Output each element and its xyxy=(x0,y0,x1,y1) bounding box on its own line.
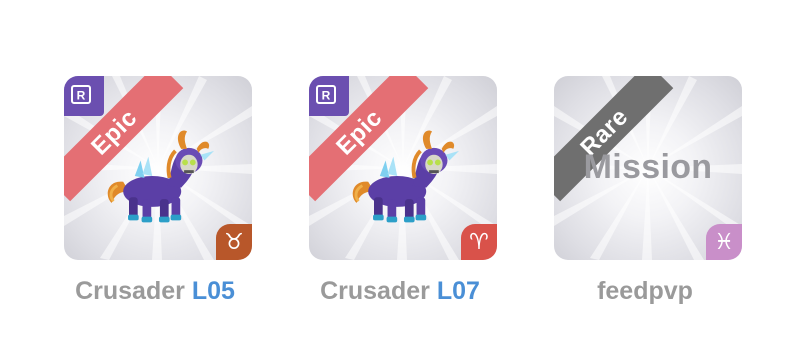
reward-badge xyxy=(64,76,104,116)
creature-level: L07 xyxy=(436,277,480,305)
card-title: Crusader L05 xyxy=(25,277,285,306)
pisces-icon: ♓ xyxy=(706,224,742,260)
mission-card[interactable]: Rare Mission ♓ xyxy=(554,76,742,260)
r-badge-icon xyxy=(71,85,91,104)
r-badge-icon xyxy=(316,85,336,104)
reward-badge xyxy=(309,76,349,116)
creature-level: L05 xyxy=(191,277,235,305)
taurus-icon: ♉ xyxy=(216,224,252,260)
creature-name: Crusader xyxy=(75,277,185,305)
mission-name: feedpvp xyxy=(597,277,693,305)
card-title: Crusader L07 xyxy=(270,277,530,306)
pet-card[interactable]: Epic ♉ xyxy=(64,76,252,260)
aries-icon: ♈ xyxy=(461,224,497,260)
mission-overlay-text: Mission xyxy=(583,148,713,186)
card-title: feedpvp xyxy=(515,277,775,306)
creature-name: Crusader xyxy=(320,277,430,305)
pet-card[interactable]: Epic ♈ xyxy=(309,76,497,260)
